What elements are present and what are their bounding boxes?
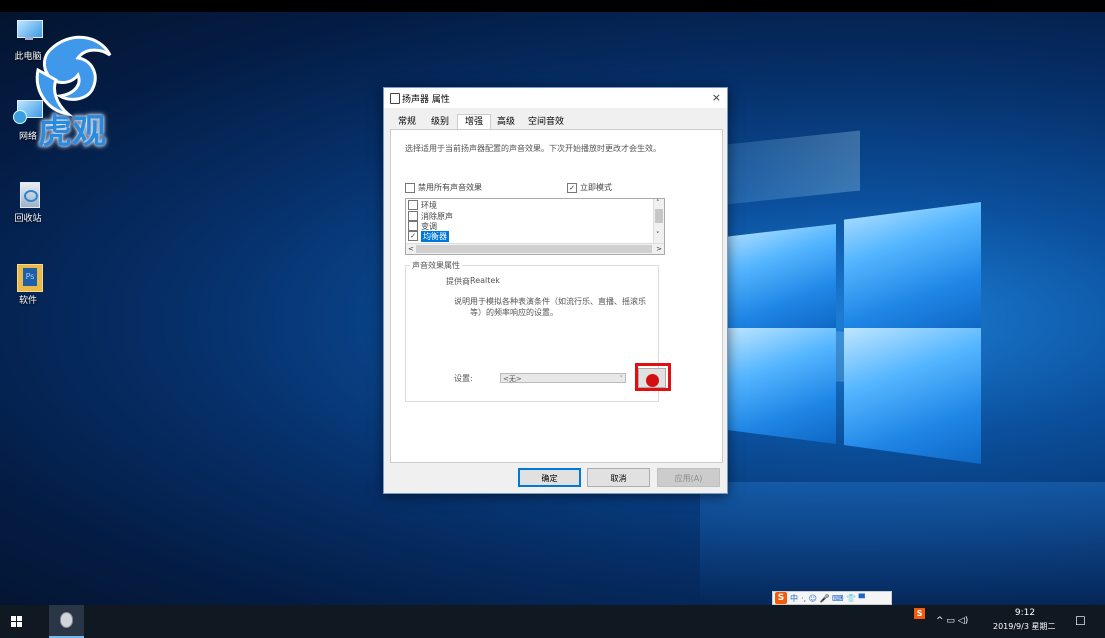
checkbox-box[interactable]: ✓ (408, 231, 418, 241)
checkbox-box[interactable] (408, 211, 418, 221)
checkbox-box[interactable] (408, 221, 418, 231)
immediate-mode-checkbox[interactable]: ✓ 立即模式 (567, 182, 612, 193)
effects-list[interactable]: 环境 消除原声 变调 ✓ 均衡器 ˄ ˅ < > (405, 198, 665, 255)
provider-value: Realtek (470, 276, 500, 285)
windows-logo-pane (844, 328, 981, 464)
scroll-down-icon[interactable]: ˅ (656, 231, 660, 239)
speaker-icon (390, 93, 400, 104)
scroll-right-icon[interactable]: > (656, 245, 662, 253)
light-floor (700, 482, 1105, 605)
ime-mode-toggle[interactable]: 中 (790, 593, 798, 604)
scroll-thumb[interactable] (655, 209, 663, 223)
vertical-scrollbar[interactable]: ˄ ˅ (653, 199, 664, 243)
desktop-icon-label: 软件 (18, 296, 37, 306)
list-item[interactable]: ✓ 均衡器 (408, 230, 449, 242)
taskbar-app-speaker[interactable] (49, 605, 84, 638)
checkbox-box[interactable]: ✓ (567, 182, 577, 193)
tray-icons[interactable]: ^ ▭ ◁) (936, 616, 968, 626)
checkbox-label: 禁用所有声音效果 (418, 183, 482, 192)
folder-icon: Ps (13, 262, 43, 292)
tab-levels[interactable]: 级别 (426, 116, 454, 129)
computer-icon (13, 18, 43, 46)
apply-button[interactable]: 应用(A) (657, 468, 720, 487)
description-value: 用于模拟各种表演条件（如流行乐、直播、摇滚乐等）的频率响应的设置。 (470, 297, 646, 317)
effect-properties-group: 声音效果属性 提供商: Realtek 说明: 用于模拟各种表演条件（如流行乐、… (405, 260, 671, 402)
desktop-icon-network[interactable]: 网络 (3, 98, 53, 142)
taskbar: S ^ ▭ ◁) 9:12 2019/9/3 星期二 ☐ (0, 605, 1105, 638)
cancel-button[interactable]: 取消 (587, 468, 650, 487)
highlight-box (635, 363, 671, 391)
horizontal-scrollbar[interactable]: < > (406, 243, 664, 254)
desktop-icon-label: 此电脑 (14, 52, 42, 62)
tab-bar: 常规 级别 增强 高级 空间音效 (390, 114, 720, 130)
notification-icon[interactable]: ☐ (1075, 614, 1086, 628)
desktop-icon-label: 网络 (18, 132, 37, 142)
list-item[interactable]: 变调 (408, 221, 437, 231)
group-title: 声音效果属性 (410, 260, 462, 271)
top-letterbox (0, 0, 1105, 12)
checkbox-label: 立即模式 (580, 183, 612, 192)
tray-sogou-icon[interactable]: S (914, 608, 925, 619)
list-item-label: 环境 (421, 200, 437, 210)
checkbox-box[interactable] (408, 200, 418, 210)
ime-tool-icons[interactable]: ·, ☺ 🎤 ⌨ 👕 ▀ (801, 594, 865, 603)
windows-logo-pane (728, 224, 836, 328)
windows-start-icon[interactable] (11, 616, 23, 628)
speaker-icon (60, 612, 73, 628)
list-item-label: 均衡器 (421, 230, 449, 242)
tab-general[interactable]: 常规 (393, 116, 421, 129)
windows-logo-pane (844, 202, 981, 328)
ok-button[interactable]: 确定 (518, 468, 581, 487)
tab-enhancements[interactable]: 增强 (457, 114, 491, 130)
scroll-up-icon[interactable]: ˄ (656, 199, 660, 207)
ime-toolbar[interactable]: S 中 ·, ☺ 🎤 ⌨ 👕 ▀ (772, 591, 892, 605)
settings-selected-value: <无> (503, 375, 522, 383)
enhancements-description: 选择适用于当前扬声器配置的声音效果。下次开始播放时更改才会生效。 (405, 144, 661, 153)
sogou-icon[interactable]: S (775, 592, 787, 604)
list-item[interactable]: 消除原声 (408, 211, 453, 221)
list-item[interactable]: 环境 (408, 200, 437, 210)
checkbox-box[interactable] (405, 182, 415, 193)
clock-time[interactable]: 9:12 (1013, 608, 1037, 618)
settings-label: 设置: (454, 374, 473, 383)
disable-all-effects-checkbox[interactable]: 禁用所有声音效果 (405, 182, 482, 193)
desktop-icon-recycle-bin[interactable]: 回收站 (3, 180, 53, 224)
dialog-title: 扬声器 属性 (402, 95, 450, 105)
network-icon (13, 98, 43, 126)
dialog-titlebar[interactable]: 扬声器 属性 × (384, 88, 727, 108)
scroll-thumb[interactable] (416, 245, 652, 253)
clock-date[interactable]: 2019/9/3 星期二 (993, 621, 1055, 632)
speaker-properties-dialog: 扬声器 属性 × 常规 级别 增强 高级 空间音效 选择适用于当前扬声器配置的声… (383, 87, 728, 494)
windows-logo-pane (728, 328, 836, 444)
tab-spatial-sound[interactable]: 空间音效 (524, 116, 568, 129)
desktop-icon-label: 回收站 (14, 214, 42, 224)
chevron-down-icon: ˅ (619, 375, 624, 383)
desktop-icon-this-pc[interactable]: 此电脑 (3, 18, 53, 62)
tab-advanced[interactable]: 高级 (492, 116, 520, 129)
scroll-left-icon[interactable]: < (408, 245, 414, 253)
recycle-bin-icon (13, 180, 43, 208)
enhancements-panel: 选择适用于当前扬声器配置的声音效果。下次开始播放时更改才会生效。 禁用所有声音效… (390, 129, 723, 463)
close-button[interactable]: × (712, 91, 721, 104)
settings-select[interactable]: <无> ˅ (500, 373, 626, 383)
provider-label: 提供商: (446, 277, 473, 286)
desktop-icon-software[interactable]: Ps 软件 (3, 262, 53, 306)
